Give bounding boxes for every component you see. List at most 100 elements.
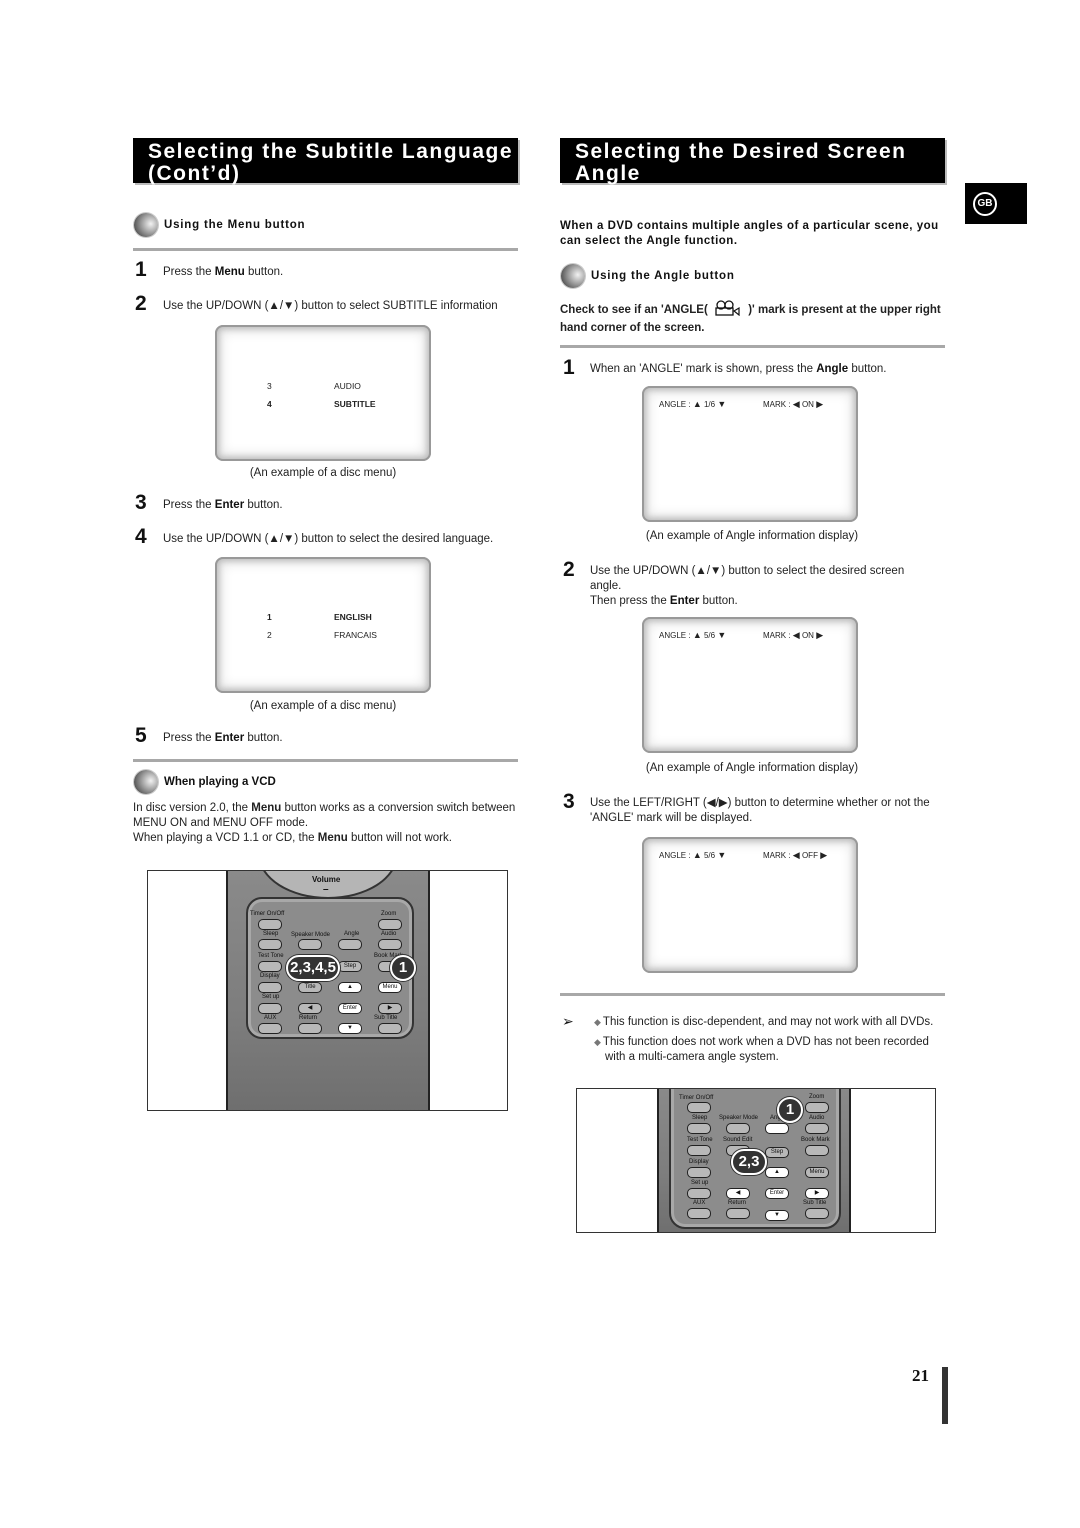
diamond-bullet-icon: ◆ <box>594 1037 601 1047</box>
menu-button[interactable]: Menu <box>805 1167 829 1178</box>
menu-row-label: AUDIO <box>334 381 361 391</box>
return-button[interactable] <box>726 1208 750 1219</box>
angle-intro: When a DVD contains multiple angles of a… <box>560 220 939 247</box>
right-title-line1: Selecting the Desired Screen <box>575 140 907 163</box>
title-button[interactable]: Title <box>298 982 322 993</box>
language-badge: GB <box>965 183 1027 224</box>
right-triangle-icon: ▶ <box>816 399 824 409</box>
zoom-label: Zoom <box>381 911 397 917</box>
enter-button[interactable]: Enter <box>338 1003 362 1014</box>
timer-button[interactable] <box>258 919 282 930</box>
step-text: Use the UP/DOWN (▲/▼) button to select S… <box>163 300 498 312</box>
angle-button[interactable] <box>338 939 362 950</box>
speaker-mode-button[interactable] <box>298 939 322 950</box>
speaker-mode-label: Speaker Mode <box>291 932 331 938</box>
test-tone-button[interactable] <box>687 1145 711 1156</box>
right-button[interactable]: ▶ <box>805 1188 829 1199</box>
vcd-paragraph-1: In disc version 2.0, the Menu button wor… <box>133 802 516 829</box>
right-triangle-icon: ▶ <box>820 850 828 860</box>
remote-body: Volume – Timer On/Off Zoom Sleep Speaker… <box>226 871 430 1110</box>
subtitle-button[interactable] <box>805 1208 829 1219</box>
aux-button[interactable] <box>258 1023 282 1034</box>
left-triangle-icon: ◀ <box>792 399 800 409</box>
zoom-button[interactable] <box>378 919 402 930</box>
audio-button[interactable] <box>805 1123 829 1134</box>
figure-caption: (An example of Angle information display… <box>645 530 859 542</box>
up-button[interactable]: ▲ <box>765 1167 789 1178</box>
subtitle-button[interactable] <box>378 1023 402 1034</box>
step-text: Press the Menu button. <box>163 266 284 278</box>
right-button[interactable]: ▶ <box>378 1003 402 1014</box>
up-button[interactable]: ▲ <box>338 982 362 993</box>
display-label: Display <box>689 1159 709 1165</box>
volume-label: Volume <box>312 875 341 884</box>
remote-control-illustration: Volume – Timer On/Off Zoom Sleep Speaker… <box>147 870 508 1111</box>
angle-label: Angle <box>344 931 360 937</box>
figure-caption: (An example of a disc menu) <box>249 467 397 479</box>
left-button[interactable]: ◀ <box>726 1188 750 1199</box>
angle-button[interactable] <box>765 1123 789 1134</box>
down-button[interactable]: ▼ <box>338 1023 362 1034</box>
display-button[interactable] <box>687 1167 711 1178</box>
page-marker-bar <box>942 1367 948 1424</box>
test-tone-button[interactable] <box>258 961 282 972</box>
menu-row-label-selected: SUBTITLE <box>334 399 376 409</box>
setup-button[interactable] <box>687 1188 711 1199</box>
timer-label: Timer On/Off <box>250 911 285 917</box>
speaker-mode-button[interactable] <box>726 1123 750 1134</box>
step-number: 1 <box>563 356 575 379</box>
return-button[interactable] <box>298 1023 322 1034</box>
left-button[interactable]: ◀ <box>298 1003 322 1014</box>
up-triangle-icon: ▲ <box>692 630 702 640</box>
angle-osd-screen: ANGLE : ▲ 5/6 ▼ MARK : ◀ ON ▶ <box>642 617 858 753</box>
menu-row-label-selected: ENGLISH <box>334 612 372 622</box>
subhead-menu-label: Using the Menu button <box>164 219 306 231</box>
angle-check-text: Check to see if an 'ANGLE( )' mark is pr… <box>560 300 950 336</box>
step-text: Use the UP/DOWN (▲/▼) button to select t… <box>163 533 494 545</box>
mark-value: ON <box>801 400 814 409</box>
mark-value: ON <box>801 631 814 640</box>
remote-control-illustration: Timer On/Off Zoom Sleep Speaker Mode Ang… <box>576 1088 936 1233</box>
step-button[interactable]: Step <box>765 1147 789 1158</box>
step-number: 4 <box>135 525 147 548</box>
callout-steps-2-5: 2,3,4,5 <box>286 955 340 981</box>
return-label: Return <box>728 1200 747 1206</box>
step-number: 1 <box>135 258 147 281</box>
zoom-label: Zoom <box>809 1094 825 1100</box>
menu-row-num: 2 <box>267 630 272 640</box>
subhead-menu-button: Using the Menu button <box>134 213 305 237</box>
audio-label: Audio <box>381 931 397 937</box>
down-button[interactable]: ▼ <box>765 1210 789 1221</box>
osd-mark: MARK : ◀ ON ▶ <box>763 399 824 409</box>
setup-label: Set up <box>262 994 280 1000</box>
subtitle-label: Sub Title <box>374 1015 398 1021</box>
zoom-button[interactable] <box>805 1102 829 1113</box>
angle-value: 5/6 <box>703 851 716 860</box>
right-title-line2: Angle <box>575 162 641 185</box>
osd-angle: ANGLE : ▲ 5/6 ▼ <box>659 850 727 860</box>
display-button[interactable] <box>258 982 282 993</box>
aux-button[interactable] <box>687 1208 711 1219</box>
down-triangle-icon: ▼ <box>717 630 727 640</box>
step-button[interactable]: Step <box>338 961 362 972</box>
sleep-button[interactable] <box>258 939 282 950</box>
subhead-vcd-label: When playing a VCD <box>164 776 276 788</box>
bullet-ball-icon <box>561 264 585 288</box>
audio-button[interactable] <box>378 939 402 950</box>
setup-button[interactable] <box>258 1003 282 1014</box>
timer-button[interactable] <box>687 1102 711 1113</box>
volume-minus-label: – <box>323 884 329 895</box>
step-number: 5 <box>135 724 147 747</box>
aux-label: AUX <box>264 1015 277 1021</box>
enter-button[interactable]: Enter <box>765 1188 789 1199</box>
return-label: Return <box>299 1015 318 1021</box>
angle-value: 1/6 <box>703 400 716 409</box>
vcd-paragraph-2: When playing a VCD 1.1 or CD, the Menu b… <box>133 832 452 844</box>
divider <box>133 248 518 251</box>
sleep-button[interactable] <box>687 1123 711 1134</box>
divider <box>133 759 518 762</box>
bookmark-button[interactable] <box>805 1145 829 1156</box>
step-number: 3 <box>563 790 575 813</box>
menu-button[interactable]: Menu <box>378 982 402 993</box>
osd-angle: ANGLE : ▲ 1/6 ▼ <box>659 399 727 409</box>
